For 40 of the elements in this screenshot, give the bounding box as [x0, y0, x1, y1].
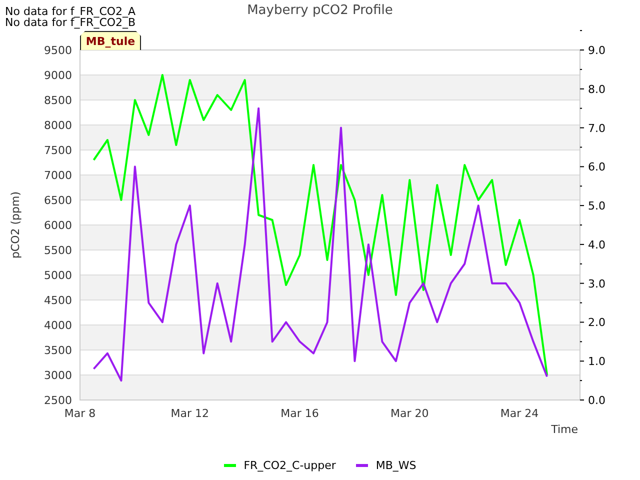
tick-label: 9000 — [44, 69, 72, 82]
legend-label: MB_WS — [376, 458, 416, 472]
tick-label: 9.0 — [588, 44, 606, 57]
tick-label: Mar 24 — [500, 407, 539, 420]
tick-label: 7500 — [44, 144, 72, 157]
tick-label: 6000 — [44, 219, 72, 232]
tick-label: Mar 8 — [64, 407, 96, 420]
tick-label: 7000 — [44, 169, 72, 182]
tick-label: 8000 — [44, 119, 72, 132]
legend-swatch-icon — [356, 464, 368, 466]
tick-label: 5000 — [44, 269, 72, 282]
tick-label: Mar 12 — [170, 407, 210, 420]
tick-label: 8500 — [44, 94, 72, 107]
tick-label: 7.0 — [588, 122, 606, 135]
tick-label: 5500 — [44, 244, 72, 257]
tick-label: 3000 — [44, 369, 72, 382]
tick-label: 0.0 — [588, 394, 606, 407]
tick-label: 4.0 — [588, 238, 606, 252]
tick-label: 4500 — [44, 294, 72, 307]
tick-label: 6500 — [44, 194, 72, 207]
tick-label: 3500 — [44, 344, 72, 357]
tick-label: 2500 — [44, 394, 72, 407]
no-data-note: No data for f_FR_CO2_A — [5, 6, 137, 17]
tick-label: 5.0 — [588, 200, 606, 213]
tick-label: 6.0 — [588, 160, 606, 174]
legend-label: FR_CO2_C-upper — [244, 458, 336, 472]
legend-swatch-icon — [224, 464, 236, 466]
tick-label: 2.0 — [588, 316, 606, 330]
tick-label: 4000 — [44, 319, 72, 332]
no-data-note: No data for f_FR_CO2_B — [5, 17, 137, 28]
chart-title: Mayberry pCO2 Profile — [247, 2, 393, 18]
tick-label: Mar 20 — [390, 407, 429, 420]
tick-label: 9500 — [44, 44, 72, 57]
tick-label: 3.0 — [588, 277, 606, 290]
site-tag: MB_tule — [80, 31, 141, 50]
axis-label: pCO2 (ppm) — [9, 191, 22, 259]
tick-label: 1.0 — [588, 355, 606, 368]
axis-label: Time — [551, 423, 578, 436]
tick-label: 8.0 — [588, 82, 606, 96]
tick-label: Mar 16 — [280, 407, 319, 420]
